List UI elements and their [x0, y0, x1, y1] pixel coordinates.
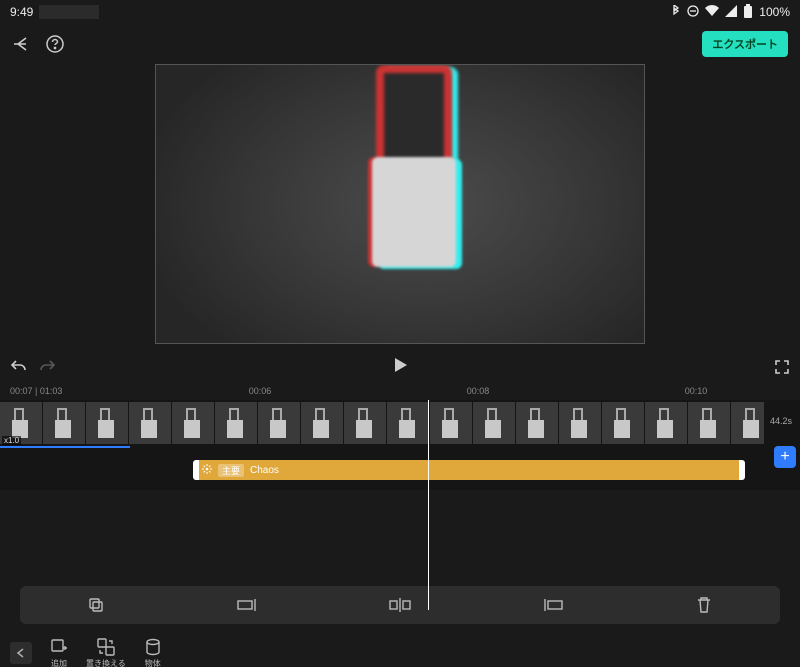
undo-icon[interactable] — [10, 358, 28, 376]
add-clip-button[interactable]: + — [774, 446, 796, 468]
copy-button[interactable] — [20, 586, 172, 624]
status-bar: 9:49 100% — [0, 0, 800, 24]
effect-handle-left[interactable] — [193, 460, 199, 480]
obscured-area — [39, 5, 99, 19]
replace-tool[interactable]: 置き換える — [86, 638, 126, 667]
top-bar: エクスポート — [0, 24, 800, 64]
speed-badge: x1.0 — [2, 436, 21, 445]
wifi-icon — [705, 5, 719, 20]
timeline[interactable]: x1.0 44.2s + 主要 Chaos — [0, 400, 800, 490]
export-button[interactable]: エクスポート — [702, 31, 788, 57]
add-tool-label: 追加 — [51, 658, 67, 667]
effect-badge: 主要 — [218, 464, 244, 477]
video-preview[interactable] — [155, 64, 645, 344]
ruler-mark: 00:08 — [467, 386, 490, 396]
delete-button[interactable] — [628, 586, 780, 624]
bluetooth-icon — [671, 5, 681, 20]
trim-left-button[interactable] — [172, 586, 324, 624]
add-tool[interactable]: 追加 — [50, 638, 68, 667]
dnd-icon — [687, 5, 699, 20]
ruler-mark: 00:10 — [685, 386, 708, 396]
trim-right-button[interactable] — [476, 586, 628, 624]
effect-settings-icon[interactable] — [202, 464, 212, 477]
split-button[interactable] — [324, 586, 476, 624]
bottom-toolbar: 追加 置き換える 物体 — [0, 630, 800, 667]
back-icon[interactable] — [12, 34, 32, 54]
battery-icon — [743, 4, 753, 21]
collapse-button[interactable] — [10, 642, 32, 664]
edit-toolbar — [20, 586, 780, 624]
object-tool-label: 物体 — [145, 658, 161, 667]
effect-clip[interactable]: 主要 Chaos — [196, 460, 742, 480]
time-current: 00:07 | 01:03 — [10, 386, 62, 396]
redo-icon[interactable] — [38, 358, 56, 376]
fullscreen-icon[interactable] — [774, 359, 790, 375]
effect-handle-right[interactable] — [739, 460, 745, 480]
object-tool[interactable]: 物体 — [144, 638, 162, 667]
status-time: 9:49 — [10, 5, 33, 19]
signal-icon — [725, 5, 737, 20]
ruler-mark: 00:06 — [249, 386, 272, 396]
effect-name: Chaos — [250, 465, 279, 476]
replace-tool-label: 置き換える — [86, 658, 126, 667]
clip-thumbnails[interactable] — [0, 402, 764, 444]
battery-text: 100% — [759, 5, 790, 19]
time-ruler[interactable]: 00:07 | 01:03 00:06 00:08 00:10 — [0, 382, 800, 400]
help-icon[interactable] — [46, 35, 64, 53]
play-button[interactable] — [392, 357, 408, 378]
duration-badge: 44.2s — [766, 400, 796, 442]
preview-area — [0, 64, 800, 352]
progress-indicator — [0, 446, 130, 448]
transport-bar — [0, 352, 800, 382]
